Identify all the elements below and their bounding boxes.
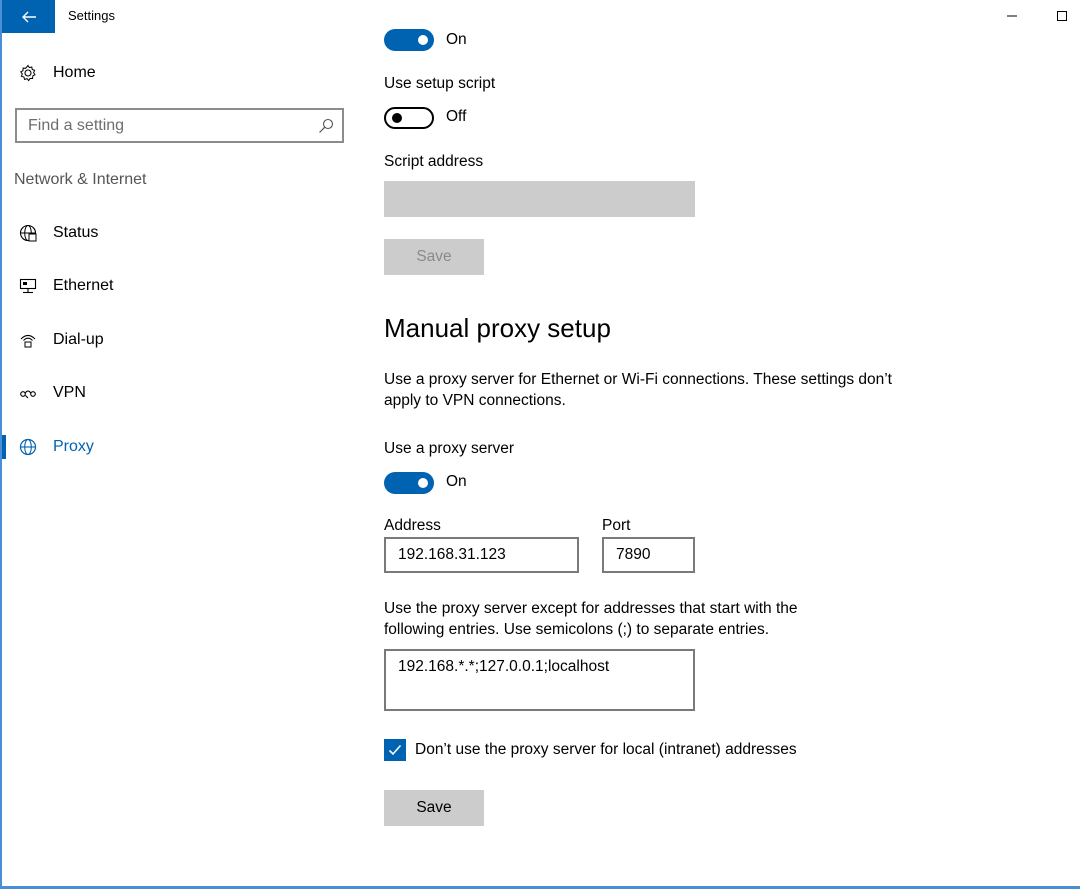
address-value: 192.168.31.123 — [398, 546, 506, 563]
port-value: 7890 — [616, 546, 651, 563]
sidebar-item-proxy[interactable]: Proxy — [2, 427, 352, 467]
use-proxy-state: On — [446, 473, 467, 490]
manual-save-button[interactable]: Save — [384, 790, 484, 826]
sidebar-section-title: Network & Internet — [14, 171, 147, 188]
search-input[interactable]: Find a setting — [15, 108, 344, 143]
exceptions-value: 192.168.*.*;127.0.0.1;localhost — [398, 658, 610, 675]
use-proxy-toggle[interactable] — [384, 472, 434, 494]
dialup-icon — [18, 330, 38, 350]
globe-icon — [18, 437, 38, 457]
script-address-label: Script address — [384, 153, 484, 170]
manual-proxy-heading: Manual proxy setup — [384, 313, 611, 343]
detect-settings-state: On — [446, 31, 467, 48]
toggle-knob — [392, 113, 402, 123]
vpn-icon — [18, 383, 38, 403]
minimize-icon — [1007, 15, 1017, 17]
sidebar-home-label: Home — [53, 64, 96, 81]
gear-icon — [18, 63, 38, 83]
sidebar-home[interactable]: Home — [2, 53, 352, 93]
address-label: Address — [384, 517, 441, 534]
sidebar-item-status[interactable]: Status — [2, 213, 352, 253]
use-proxy-label: Use a proxy server — [384, 440, 515, 457]
exceptions-description: Use the proxy server except for addresse… — [384, 600, 798, 638]
local-addresses-checkbox[interactable] — [384, 739, 406, 761]
window-title: Settings — [68, 8, 115, 23]
manual-proxy-description: Use a proxy server for Ethernet or Wi-Fi… — [384, 371, 892, 409]
sidebar-item-label: Proxy — [53, 438, 94, 455]
back-button[interactable] — [2, 0, 55, 33]
sidebar-item-dialup[interactable]: Dial-up — [2, 320, 352, 360]
search-icon — [319, 118, 334, 133]
sidebar-item-label: Status — [53, 224, 99, 241]
globe-status-icon — [18, 223, 38, 243]
search-placeholder: Find a setting — [28, 117, 125, 134]
setup-script-toggle[interactable] — [384, 107, 434, 129]
detect-settings-toggle[interactable] — [384, 29, 434, 51]
back-arrow-icon — [21, 11, 36, 22]
minimize-button[interactable] — [1000, 4, 1024, 28]
maximize-icon — [1057, 11, 1067, 21]
script-address-input[interactable] — [384, 181, 695, 217]
local-addresses-label: Don’t use the proxy server for local (in… — [415, 741, 797, 758]
exceptions-textarea[interactable]: 192.168.*.*;127.0.0.1;localhost — [384, 649, 695, 711]
sidebar-item-vpn[interactable]: VPN — [2, 373, 352, 413]
port-input[interactable]: 7890 — [602, 537, 695, 573]
sidebar-item-ethernet[interactable]: Ethernet — [2, 266, 352, 306]
sidebar-item-label: VPN — [53, 384, 86, 401]
toggle-knob — [418, 478, 428, 488]
sidebar-item-label: Dial-up — [53, 331, 104, 348]
setup-script-label: Use setup script — [384, 75, 496, 92]
checkmark-icon — [388, 744, 402, 756]
port-label: Port — [602, 517, 631, 534]
address-input[interactable]: 192.168.31.123 — [384, 537, 579, 573]
maximize-button[interactable] — [1050, 4, 1074, 28]
setup-script-state: Off — [446, 108, 467, 125]
toggle-knob — [418, 35, 428, 45]
sidebar-item-label: Ethernet — [53, 277, 114, 294]
ethernet-icon — [18, 276, 38, 296]
script-save-button[interactable]: Save — [384, 239, 484, 275]
